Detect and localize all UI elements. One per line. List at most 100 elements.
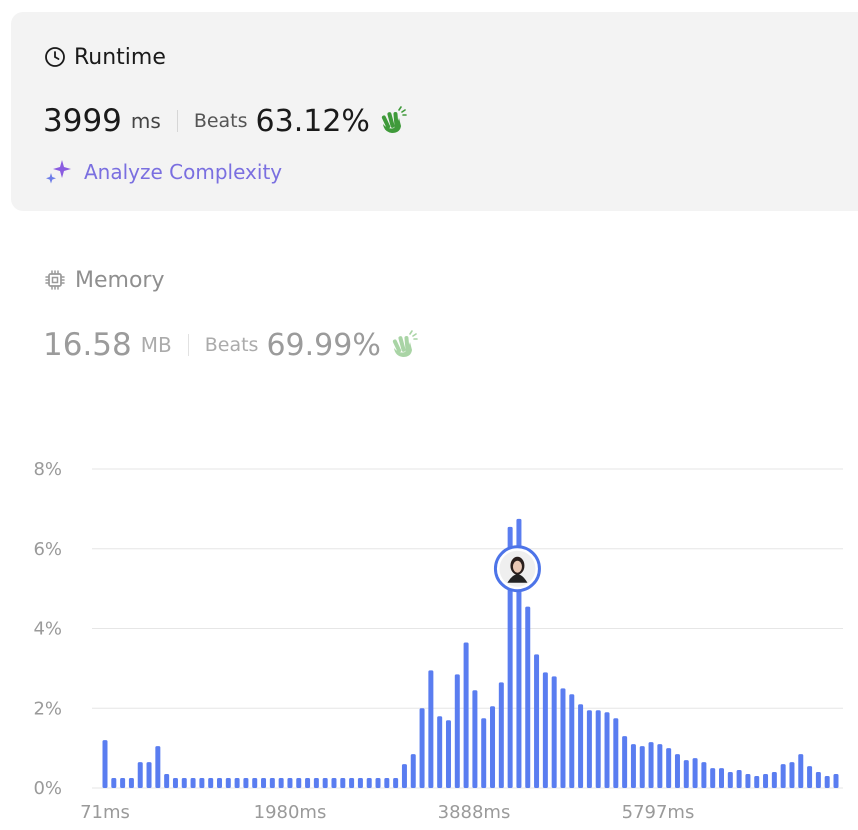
x-tick-label: 71ms: [80, 802, 130, 823]
chart-bar[interactable]: [278, 778, 284, 788]
chart-bar[interactable]: [410, 754, 416, 788]
chart-bar[interactable]: [701, 762, 707, 788]
chart-bar[interactable]: [331, 778, 337, 788]
chart-bar[interactable]: [102, 740, 108, 788]
chart-bar[interactable]: [542, 672, 548, 788]
chart-bar[interactable]: [490, 706, 496, 788]
chart-bar[interactable]: [481, 718, 487, 788]
runtime-beats-value: 63.12%: [255, 103, 370, 139]
chart-bar[interactable]: [674, 754, 680, 788]
chart-bar[interactable]: [692, 758, 698, 788]
chart-bar[interactable]: [349, 778, 355, 788]
chart-bar[interactable]: [683, 760, 689, 788]
clapping-hands-icon: [389, 330, 419, 360]
chart-bar[interactable]: [366, 778, 372, 788]
chart-bar[interactable]: [613, 718, 619, 788]
chart-bar[interactable]: [525, 606, 531, 788]
chart-bar[interactable]: [630, 744, 636, 788]
runtime-stats: 3999 ms Beats 63.12%: [43, 101, 408, 141]
runtime-label: Runtime: [74, 44, 166, 70]
chart-bar[interactable]: [252, 778, 258, 788]
chart-bar[interactable]: [190, 778, 196, 788]
chart-bar[interactable]: [789, 762, 795, 788]
runtime-unit: ms: [130, 109, 161, 133]
user-avatar[interactable]: [493, 545, 541, 593]
chart-bar[interactable]: [710, 768, 716, 788]
chart-bar[interactable]: [155, 746, 161, 788]
chart-bar[interactable]: [146, 762, 152, 788]
chart-bar[interactable]: [111, 778, 117, 788]
chart-bar[interactable]: [269, 778, 275, 788]
chart-bar[interactable]: [798, 754, 804, 788]
chart-bar[interactable]: [754, 776, 760, 788]
chart-bar[interactable]: [401, 764, 407, 788]
chart-bar[interactable]: [807, 766, 813, 788]
chart-bar[interactable]: [287, 778, 293, 788]
chart-bar[interactable]: [560, 688, 566, 788]
chart-bar[interactable]: [419, 708, 425, 788]
runtime-beats-label: Beats: [193, 110, 248, 132]
chart-bar[interactable]: [261, 778, 267, 788]
chart-bar[interactable]: [216, 778, 222, 788]
chart-bar[interactable]: [305, 778, 311, 788]
chart-bar[interactable]: [393, 778, 399, 788]
chart-bar[interactable]: [384, 778, 390, 788]
chart-bar[interactable]: [340, 778, 346, 788]
chart-bar[interactable]: [595, 710, 601, 788]
chart-bar[interactable]: [234, 778, 240, 788]
chart-bar[interactable]: [128, 778, 134, 788]
chart-bar[interactable]: [172, 778, 178, 788]
chart-bar[interactable]: [622, 736, 628, 788]
chart-bar[interactable]: [375, 778, 381, 788]
chart-bar[interactable]: [428, 670, 434, 788]
chart-bar[interactable]: [164, 774, 170, 788]
chart-bar[interactable]: [225, 778, 231, 788]
chart-bar[interactable]: [763, 774, 769, 788]
memory-stats[interactable]: 16.58 MB Beats 69.99%: [43, 325, 419, 365]
chart-bar[interactable]: [771, 772, 777, 788]
chart-bar[interactable]: [578, 704, 584, 788]
chart-bar[interactable]: [824, 776, 830, 788]
chart-bar[interactable]: [120, 778, 126, 788]
chart-bar[interactable]: [313, 778, 319, 788]
chart-bar[interactable]: [472, 690, 478, 788]
chart-bar[interactable]: [639, 746, 645, 788]
chart-bars[interactable]: [102, 518, 839, 788]
chart-bar[interactable]: [463, 642, 469, 788]
chart-bar[interactable]: [551, 676, 557, 788]
chart-bar[interactable]: [137, 762, 143, 788]
chart-bar[interactable]: [745, 774, 751, 788]
divider: [176, 110, 178, 132]
chart-bar[interactable]: [534, 654, 540, 788]
y-tick-label: 0%: [33, 778, 62, 799]
chart-bar[interactable]: [604, 712, 610, 788]
chart-bar[interactable]: [780, 764, 786, 788]
chart-bar[interactable]: [243, 778, 249, 788]
chart-bar[interactable]: [181, 778, 187, 788]
chart-bar[interactable]: [586, 710, 592, 788]
chart-bar[interactable]: [322, 778, 328, 788]
chart-bar[interactable]: [445, 720, 451, 788]
memory-header[interactable]: Memory: [44, 265, 164, 295]
chart-bar[interactable]: [736, 770, 742, 788]
chart-bar[interactable]: [357, 778, 363, 788]
runtime-distribution-chart[interactable]: 0% 2% 4% 6% 8% 71ms 1980ms 3888ms 5797ms: [0, 440, 858, 830]
chart-bar[interactable]: [296, 778, 302, 788]
chart-bar[interactable]: [498, 682, 504, 788]
analyze-complexity-link[interactable]: Analyze Complexity: [44, 158, 282, 186]
chart-bar[interactable]: [815, 772, 821, 788]
chart-bar[interactable]: [648, 742, 654, 788]
x-tick-label: 5797ms: [622, 802, 695, 823]
runtime-card[interactable]: Runtime 3999 ms Beats 63.12% Analyze Com…: [11, 12, 858, 211]
chart-bar[interactable]: [719, 768, 725, 788]
chart-bar[interactable]: [657, 744, 663, 788]
clapping-hands-icon: [378, 106, 408, 136]
chart-bar[interactable]: [454, 674, 460, 788]
chart-bar[interactable]: [666, 748, 672, 788]
chart-bar[interactable]: [208, 778, 214, 788]
chart-bar[interactable]: [569, 694, 575, 788]
chart-bar[interactable]: [727, 772, 733, 788]
chart-bar[interactable]: [199, 778, 205, 788]
chart-bar[interactable]: [437, 716, 443, 788]
chart-bar[interactable]: [833, 774, 839, 788]
